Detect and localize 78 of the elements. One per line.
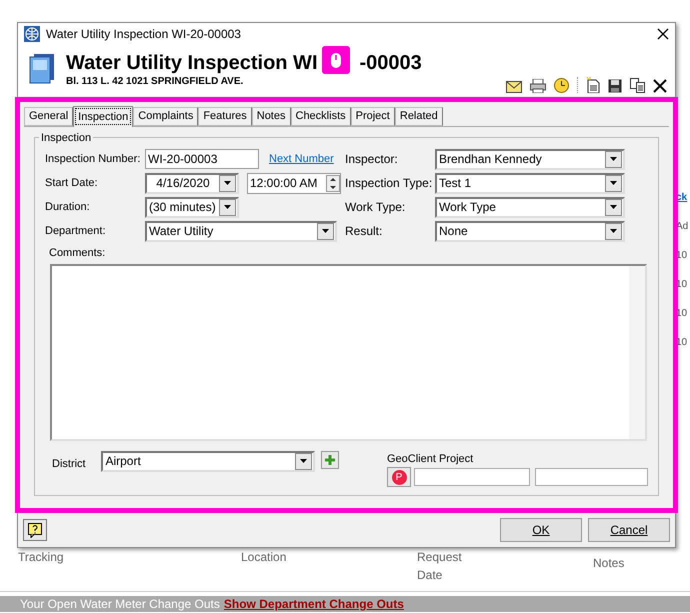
time-field[interactable]: 12:00:00 AM: [247, 172, 341, 194]
field-label: Department:: [45, 224, 107, 239]
dropdown-field[interactable]: Water Utility: [145, 220, 337, 242]
dropdown-button[interactable]: [219, 198, 236, 216]
dialog-button[interactable]: OK: [500, 518, 582, 542]
tab[interactable]: Complaints: [133, 107, 198, 126]
caret-icon: [610, 157, 617, 161]
column-header: Request Date: [417, 549, 463, 584]
spinner-icon: [326, 174, 340, 192]
printer-icon[interactable]: [530, 79, 546, 93]
dropdown-button[interactable]: [605, 198, 622, 216]
group-title: Inspection: [39, 130, 94, 146]
column-header: Notes: [593, 555, 624, 572]
help-icon: [28, 522, 42, 538]
dropdown-field[interactable]: Airport: [101, 450, 316, 472]
tab[interactable]: Inspection: [73, 106, 134, 127]
field-label: Work Type:: [345, 199, 406, 216]
comments-field[interactable]: [50, 264, 647, 440]
clock-icon[interactable]: [554, 78, 569, 93]
mouse-icon: [330, 52, 342, 68]
geoclient-label: GeoClient Project: [387, 452, 474, 466]
tab[interactable]: Features: [198, 107, 252, 126]
next-number-link[interactable]: Next Number: [269, 150, 334, 168]
date-field[interactable]: 4/16/2020: [145, 172, 239, 194]
mail-icon[interactable]: [506, 81, 522, 93]
tab[interactable]: Related: [394, 107, 443, 126]
tab[interactable]: General: [24, 107, 74, 126]
field-label: Start Date:: [45, 176, 99, 191]
dropdown-button[interactable]: [605, 150, 622, 168]
caret-icon: [322, 229, 329, 233]
dropdown-button[interactable]: [219, 174, 236, 192]
field-label: Inspector:: [345, 151, 399, 168]
window-title: Water Utility Inspection WI-20-00003: [46, 26, 242, 43]
text-field[interactable]: [535, 468, 648, 486]
field-label: District: [52, 456, 87, 472]
status-text: Your Open Water Meter Change Outs: [20, 596, 220, 613]
delete-icon[interactable]: [653, 79, 667, 93]
caret-icon: [610, 205, 617, 209]
change-outs-link[interactable]: Show Department Change Outs: [224, 595, 404, 613]
address-subheading: Bl. 113 L. 42 1021 SPRINGFIELD AVE.: [66, 75, 244, 89]
text-field[interactable]: [414, 468, 530, 486]
dropdown-field[interactable]: Test 1: [435, 172, 625, 194]
dropdown-field[interactable]: (30 minutes): [145, 196, 239, 218]
inspection-heading: Water Utility Inspection WI: [66, 52, 318, 74]
caret-icon: [224, 205, 231, 209]
dropdown-button[interactable]: [605, 174, 622, 192]
caret-icon: [610, 229, 617, 233]
new-document-icon[interactable]: [586, 77, 600, 93]
field-label: Duration:: [45, 200, 91, 215]
tab[interactable]: Project: [350, 107, 395, 126]
caret-icon: [224, 181, 231, 185]
dropdown-button[interactable]: [605, 222, 622, 240]
field-label: Inspection Type:: [345, 175, 434, 192]
column-header: Location: [241, 549, 288, 566]
dialog-button[interactable]: Cancel: [588, 518, 670, 542]
plus-icon: [325, 454, 336, 464]
comments-label: Comments:: [49, 246, 106, 261]
save-icon[interactable]: [608, 79, 622, 93]
add-button[interactable]: [321, 450, 339, 468]
close-icon[interactable]: [657, 28, 669, 40]
dropdown-button[interactable]: [295, 452, 312, 470]
dropdown-field[interactable]: None: [435, 220, 625, 242]
dropdown-field[interactable]: Brendhan Kennedy: [435, 148, 625, 170]
dropdown-button[interactable]: [317, 222, 334, 240]
column-header: Tracking: [17, 549, 65, 566]
inspection-heading: -00003: [360, 52, 422, 74]
text-field[interactable]: WI-20-00003: [145, 149, 259, 169]
copy-icon[interactable]: [630, 78, 645, 93]
caret-icon: [300, 459, 308, 463]
dropdown-field[interactable]: Work Type: [435, 196, 625, 218]
field-label: Inspection Number:: [45, 152, 142, 167]
tab[interactable]: Notes: [252, 107, 290, 126]
field-label: Result:: [345, 223, 384, 240]
project-button[interactable]: P: [387, 467, 411, 487]
caret-icon: [610, 181, 617, 185]
help-button[interactable]: [23, 519, 47, 541]
globe-icon: [24, 26, 40, 42]
tab[interactable]: Checklists: [290, 107, 351, 126]
